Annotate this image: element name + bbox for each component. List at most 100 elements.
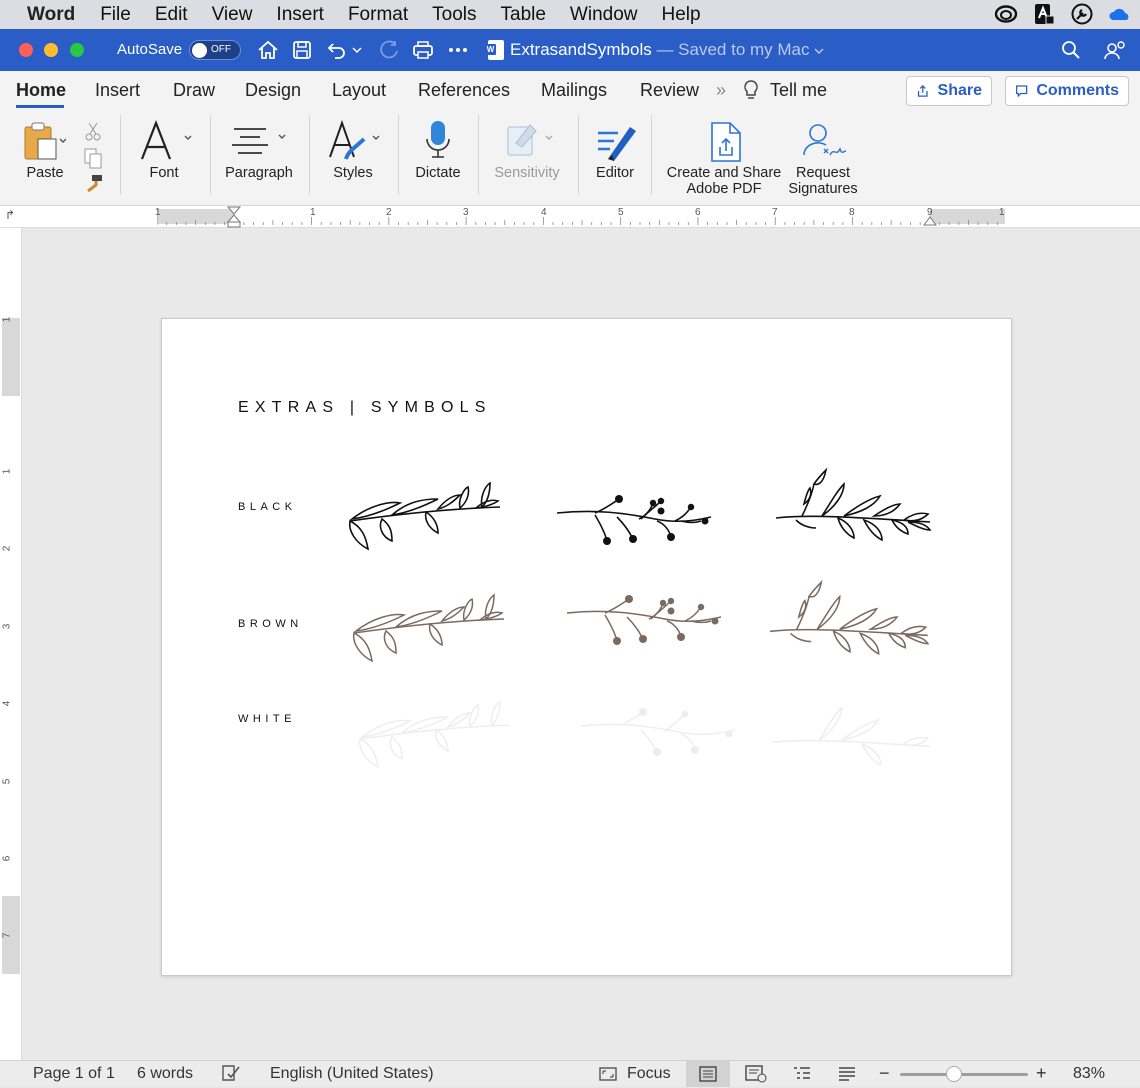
tab-insert[interactable]: Insert bbox=[95, 80, 140, 101]
tell-me-search[interactable]: Tell me bbox=[770, 80, 827, 101]
sensitivity-button[interactable]: Sensitivity bbox=[490, 119, 564, 193]
print-icon[interactable] bbox=[411, 38, 435, 62]
save-icon[interactable] bbox=[290, 38, 314, 62]
tab-draw[interactable]: Draw bbox=[173, 80, 215, 101]
styles-button[interactable]: Styles bbox=[322, 119, 384, 193]
row-label-black[interactable]: BLACK bbox=[238, 501, 297, 513]
paste-button[interactable]: Paste bbox=[16, 119, 74, 193]
autosave-toggle[interactable]: OFF bbox=[189, 40, 241, 60]
font-a-icon bbox=[140, 119, 192, 160]
tab-design[interactable]: Design bbox=[245, 80, 301, 101]
zoom-percentage[interactable]: 83% bbox=[1073, 1065, 1105, 1083]
print-layout-view-button[interactable] bbox=[686, 1061, 730, 1087]
ruler-number: 7 bbox=[772, 207, 778, 218]
menu-insert[interactable]: Insert bbox=[276, 4, 324, 26]
ruler-number: 1 bbox=[999, 207, 1005, 218]
draft-view-icon[interactable] bbox=[837, 1066, 857, 1087]
document-title[interactable]: ExtrasandSymbols — Saved to my Mac bbox=[510, 40, 824, 60]
acrobat-icon[interactable] bbox=[1032, 3, 1056, 25]
comments-button[interactable]: Comments bbox=[1005, 76, 1129, 106]
outline-view-icon[interactable] bbox=[792, 1066, 812, 1087]
ruler-number: 2 bbox=[386, 207, 392, 218]
berry-sprig-black[interactable] bbox=[555, 491, 715, 547]
mac-menu-bar: Word File Edit View Insert Format Tools … bbox=[0, 0, 1140, 29]
menu-help[interactable]: Help bbox=[662, 4, 701, 26]
share-button[interactable]: Share bbox=[906, 76, 992, 106]
paragraph-group-button[interactable]: Paragraph bbox=[222, 119, 296, 193]
proofing-icon[interactable] bbox=[220, 1064, 242, 1087]
vruler-number: 1 bbox=[1, 316, 13, 323]
onedrive-cloud-icon[interactable] bbox=[1108, 3, 1132, 25]
menu-window[interactable]: Window bbox=[570, 4, 638, 26]
format-painter-icon[interactable] bbox=[82, 173, 104, 200]
language-status[interactable]: English (United States) bbox=[270, 1065, 434, 1083]
menu-edit[interactable]: Edit bbox=[155, 4, 188, 26]
search-icon[interactable] bbox=[1059, 38, 1083, 62]
ribbon-separator bbox=[651, 115, 652, 195]
ruler-number: 1 bbox=[155, 207, 161, 218]
comments-label: Comments bbox=[1036, 82, 1119, 99]
outline-sprig-black[interactable] bbox=[774, 464, 934, 546]
cut-icon[interactable] bbox=[84, 121, 102, 146]
tab-layout[interactable]: Layout bbox=[332, 80, 386, 101]
outline-sprig-brown[interactable] bbox=[768, 576, 932, 660]
berry-sprig-white[interactable] bbox=[578, 704, 740, 760]
row-label-brown[interactable]: BROWN bbox=[238, 618, 303, 630]
page-count[interactable]: Page 1 of 1 bbox=[33, 1065, 115, 1083]
menu-file[interactable]: File bbox=[100, 4, 131, 26]
vertical-ruler[interactable]: 1 1 2 3 4 5 6 7 bbox=[0, 228, 22, 1060]
home-icon[interactable] bbox=[256, 38, 280, 62]
document-heading[interactable]: EXTRAS | SYMBOLS bbox=[238, 399, 492, 417]
minimize-window-button[interactable] bbox=[44, 43, 58, 57]
focus-mode-icon[interactable] bbox=[598, 1066, 618, 1087]
outline-sprig-white[interactable] bbox=[770, 687, 934, 771]
copy-icon[interactable] bbox=[82, 147, 104, 174]
leaf-sprig-white-1[interactable] bbox=[348, 697, 516, 772]
menu-view[interactable]: View bbox=[212, 4, 253, 26]
menu-table[interactable]: Table bbox=[501, 4, 546, 26]
font-group-button[interactable]: Font bbox=[134, 119, 194, 193]
berry-sprig-brown[interactable] bbox=[564, 591, 726, 647]
wrench-tool-icon[interactable] bbox=[1070, 3, 1094, 25]
dictate-button[interactable]: Dictate bbox=[408, 119, 468, 193]
app-menu-word[interactable]: Word bbox=[27, 4, 75, 26]
document-page[interactable]: EXTRAS | SYMBOLS BLACK BROWN WHITE bbox=[161, 318, 1012, 976]
undo-dropdown-chevron-icon[interactable] bbox=[350, 38, 364, 62]
zoom-out-button[interactable]: − bbox=[879, 1063, 890, 1084]
menu-format[interactable]: Format bbox=[348, 4, 408, 26]
more-commands-icon[interactable] bbox=[446, 38, 470, 62]
undo-icon[interactable] bbox=[325, 38, 349, 62]
web-layout-icon[interactable] bbox=[745, 1065, 767, 1088]
creative-cloud-icon[interactable] bbox=[994, 3, 1018, 25]
request-signatures-button[interactable]: Request Signatures bbox=[784, 119, 862, 203]
indent-marker[interactable] bbox=[227, 206, 241, 228]
leaf-sprig-black-1[interactable] bbox=[342, 479, 502, 554]
tab-mailings[interactable]: Mailings bbox=[541, 80, 607, 101]
leaf-sprig-brown-1[interactable] bbox=[342, 591, 510, 666]
zoom-in-button[interactable]: + bbox=[1036, 1063, 1047, 1084]
more-tabs-chevron[interactable]: » bbox=[716, 80, 726, 101]
tab-references[interactable]: References bbox=[418, 80, 510, 101]
right-indent-marker[interactable] bbox=[923, 214, 937, 226]
focus-label[interactable]: Focus bbox=[627, 1065, 671, 1083]
tab-selector-icon[interactable]: ↱ bbox=[5, 208, 15, 222]
zoom-slider-track[interactable] bbox=[900, 1073, 1028, 1076]
pdf-share-icon bbox=[711, 122, 741, 162]
create-share-adobe-pdf-button[interactable]: Create and Share Adobe PDF bbox=[664, 119, 784, 203]
row-label-white[interactable]: WHITE bbox=[238, 713, 296, 725]
tab-home[interactable]: Home bbox=[16, 80, 66, 101]
lightbulb-icon bbox=[742, 79, 760, 106]
print-layout-icon bbox=[699, 1066, 717, 1082]
tab-review[interactable]: Review bbox=[640, 80, 699, 101]
ruler-number: 3 bbox=[463, 207, 469, 218]
menu-tools[interactable]: Tools bbox=[432, 4, 476, 26]
comment-icon bbox=[1016, 85, 1028, 98]
redo-icon[interactable] bbox=[377, 38, 401, 62]
editor-button[interactable]: Editor bbox=[586, 119, 644, 193]
close-window-button[interactable] bbox=[19, 43, 33, 57]
account-icon[interactable] bbox=[1103, 38, 1127, 62]
zoom-window-button[interactable] bbox=[70, 43, 84, 57]
zoom-slider-thumb[interactable] bbox=[946, 1066, 962, 1082]
horizontal-ruler[interactable]: ↱ 1 1 2 3 4 5 6 7 8 9 1 bbox=[0, 206, 1140, 228]
word-count[interactable]: 6 words bbox=[137, 1065, 193, 1083]
